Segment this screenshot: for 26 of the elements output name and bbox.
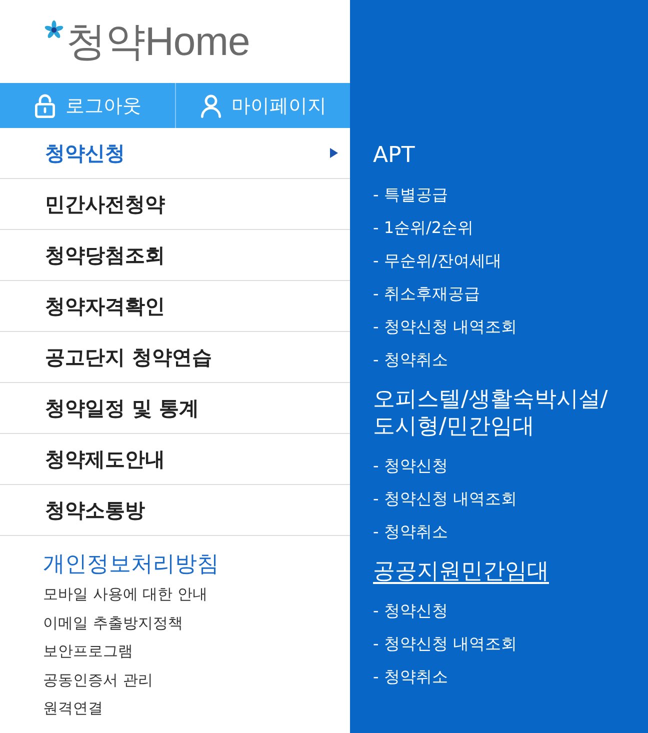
triangle-arrow-icon [330,148,338,158]
submenu-heading[interactable]: APT [373,142,415,169]
submenu-link[interactable]: - 청약신청 [373,594,448,627]
submenu-link[interactable]: - 청약신청 [373,449,448,482]
footer-link[interactable]: 보안프로그램 [43,637,133,666]
submenu-link[interactable]: - 청약신청 내역조회 [373,310,517,343]
submenu-heading[interactable]: 공공지원민간임대 [373,558,549,585]
footer-link[interactable]: 원격연결 [43,694,103,722]
submenu-link[interactable]: - 1순위/2순위 [373,211,474,244]
footer-link[interactable]: 이메일 추출방지정책 [43,608,183,637]
submenu-link[interactable]: - 청약신청 내역조회 [373,627,517,660]
footer-link[interactable]: 공동인증서 관리 [43,666,153,694]
footer-link[interactable]: 모바일 사용에 대한 안내 [43,580,208,608]
submenu-heading[interactable]: 오피스텔/생활숙박시설/도시형/민간임대 [373,386,628,440]
submenu-link[interactable]: - 무순위/잔여세대 [373,244,502,277]
privacy-policy-link[interactable]: 개인정보처리방침 [43,550,219,580]
submenu-link[interactable]: - 청약취소 [373,515,448,548]
submenu-link[interactable]: - 청약취소 [373,343,448,376]
submenu-link[interactable]: - 취소후재공급 [373,277,480,310]
unlock-icon [34,94,56,118]
star-logo-icon [44,20,64,40]
logo-text[interactable]: 청약Home [66,20,250,64]
user-icon [200,94,222,118]
submenu-link[interactable]: - 청약신청 내역조회 [373,482,517,515]
submenu-link[interactable]: - 청약취소 [373,660,448,693]
submenu-link[interactable]: - 특별공급 [373,178,448,211]
